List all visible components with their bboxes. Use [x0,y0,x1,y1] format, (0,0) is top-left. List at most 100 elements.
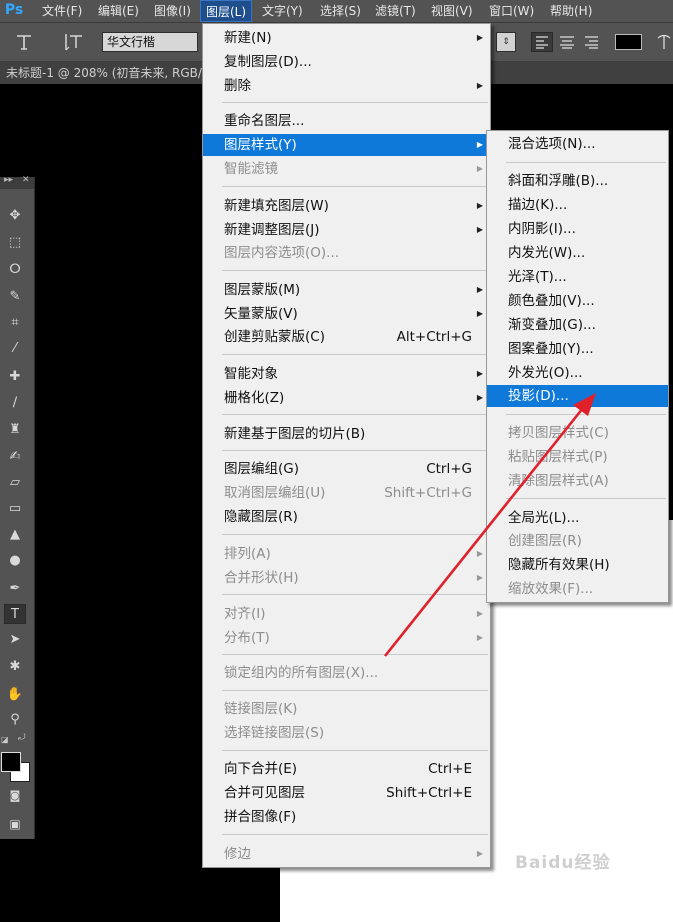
type-tool-icon[interactable] [14,32,36,52]
menu-item-new[interactable]: 新建(N) ▶ [203,27,490,49]
close-icon[interactable]: ✕ [22,175,30,185]
collapse-icon[interactable]: ▸▸ [4,175,13,185]
align-center-icon[interactable] [557,33,577,51]
path-selection-tool-icon[interactable]: ➤ [4,630,26,650]
eyedropper-tool-icon[interactable]: ⁄ [4,339,26,359]
marquee-tool-icon[interactable]: ⬚ [4,233,26,253]
menu-bar: Ps 文件(F) 编辑(E) 图像(I) 图层(L) 文字(Y) 选择(S) 滤… [0,0,673,23]
shape-tool-icon[interactable]: ✱ [4,657,26,677]
menu-item-ungroup-layers[interactable]: 取消图层编组(U) Shift+Ctrl+G [203,482,490,504]
menu-item-rasterize[interactable]: 栅格化(Z) ▶ [203,387,490,409]
menu-item-create-clipping-mask[interactable]: 创建剪贴蒙版(C) Alt+Ctrl+G [203,326,490,348]
lasso-tool-icon[interactable]: ⵔ [4,260,26,280]
menu-item-merge-visible[interactable]: 合并可见图层 Shift+Ctrl+E [203,782,490,804]
horizontal-type-tool-icon[interactable]: T [4,604,26,624]
history-brush-tool-icon[interactable]: ✍ [4,447,26,467]
menu-item-layer-style[interactable]: 图层样式(Y) ▶ [203,134,490,156]
menu-item-pattern-overlay[interactable]: 图案叠加(Y)... [487,338,668,360]
menu-image[interactable]: 图像(I) [154,0,191,22]
swap-colors-icon[interactable]: ⤾ [18,733,30,743]
menu-item-select-linked-layers[interactable]: 选择链接图层(S) [203,722,490,744]
menu-item-gradient-overlay[interactable]: 渐变叠加(G)... [487,314,668,336]
menu-item-blending-options[interactable]: 混合选项(N)... [487,133,668,155]
menu-item-vector-mask[interactable]: 矢量蒙版(V) ▶ [203,303,490,325]
align-left-button[interactable] [531,32,553,52]
crop-tool-icon[interactable]: ⌗ [4,313,26,333]
menu-item-outer-glow[interactable]: 外发光(O)... [487,362,668,384]
menu-item-distribute[interactable]: 分布(T) ▶ [203,627,490,649]
foreground-color-swatch[interactable] [1,752,21,772]
menu-filter[interactable]: 滤镜(T) [375,0,416,22]
font-family-field[interactable]: 华文行楷 [102,32,198,52]
menu-item-new-fill-layer[interactable]: 新建填充图层(W) ▶ [203,195,490,217]
menu-item-scale-effects[interactable]: 缩放效果(F)... [487,578,668,600]
menu-item-bevel-emboss[interactable]: 斜面和浮雕(B)... [487,170,668,192]
menu-item-copy-layer-style[interactable]: 拷贝图层样式(C) [487,422,668,444]
menu-item-rename-layer[interactable]: 重命名图层... [203,110,490,132]
tools-panel: ▸▸ ✕ ✥ ⬚ ⵔ ✎ ⌗ ⁄ ✚ ∕ ♜ ✍ ▱ ▭ ▲ ● ✒ T ➤ ✱… [0,175,35,839]
quick-selection-tool-icon[interactable]: ✎ [4,287,26,307]
menu-item-hide-all-effects[interactable]: 隐藏所有效果(H) [487,554,668,576]
menu-item-drop-shadow[interactable]: 投影(D)... [487,385,668,407]
menu-window[interactable]: 窗口(W) [489,0,534,22]
menu-item-link-layers[interactable]: 链接图层(K) [203,698,490,720]
menu-item-flatten-image[interactable]: 拼合图像(F) [203,806,490,828]
warp-text-icon[interactable] [656,33,673,51]
menu-edit[interactable]: 编辑(E) [98,0,139,22]
menu-view[interactable]: 视图(V) [431,0,473,22]
default-colors-icon[interactable]: ◪ [1,735,13,745]
menu-item-inner-glow[interactable]: 内发光(W)... [487,242,668,264]
menu-type[interactable]: 文字(Y) [262,0,303,22]
menu-item-paste-layer-style[interactable]: 粘贴图层样式(P) [487,446,668,468]
menu-item-lock-layers-in-group[interactable]: 锁定组内的所有图层(X)... [203,662,490,684]
menu-select[interactable]: 选择(S) [320,0,361,22]
menu-item-merge-down[interactable]: 向下合并(E) Ctrl+E [203,758,490,780]
clone-stamp-tool-icon[interactable]: ♜ [4,420,26,440]
menu-item-create-layers[interactable]: 创建图层(R) [487,530,668,552]
menu-file[interactable]: 文件(F) [42,0,82,22]
menu-item-matting[interactable]: 修边 ▶ [203,843,490,865]
blur-tool-icon[interactable]: ▲ [4,525,26,545]
hand-tool-icon[interactable]: ✋ [4,685,26,705]
tools-panel-header[interactable]: ▸▸ ✕ [0,175,34,189]
quick-mask-icon[interactable]: ◙ [4,786,26,806]
eraser-tool-icon[interactable]: ▱ [4,473,26,493]
font-size-dropdown-chevron-icon[interactable]: ⇕ [496,32,516,52]
menu-item-duplicate-layer[interactable]: 复制图层(D)... [203,51,490,73]
text-color-swatch[interactable] [615,34,642,50]
brush-tool-icon[interactable]: ∕ [4,393,26,413]
menu-item-align[interactable]: 对齐(I) ▶ [203,603,490,625]
menu-item-satin[interactable]: 光泽(T)... [487,266,668,288]
menu-item-new-layer-based-slice[interactable]: 新建基于图层的切片(B) [203,423,490,445]
menu-item-combine-shapes[interactable]: 合并形状(H) ▶ [203,567,490,589]
menu-layer[interactable]: 图层(L) [200,0,253,22]
menu-item-smart-objects[interactable]: 智能对象 ▶ [203,363,490,385]
menu-item-stroke[interactable]: 描边(K)... [487,194,668,216]
menu-help[interactable]: 帮助(H) [550,0,592,22]
gradient-tool-icon[interactable]: ▭ [4,499,26,519]
menu-item-group-layers[interactable]: 图层编组(G) Ctrl+G [203,458,490,480]
menu-item-new-adjustment-layer[interactable]: 新建调整图层(J) ▶ [203,219,490,241]
dodge-tool-icon[interactable]: ● [4,551,26,571]
zoom-tool-icon[interactable]: ⚲ [4,710,26,730]
screen-mode-icon[interactable]: ▣ [4,814,26,834]
layer-style-submenu: 混合选项(N)... 斜面和浮雕(B)... 描边(K)... 内阴影(I)..… [486,130,669,603]
menu-item-delete[interactable]: 删除 ▶ [203,75,490,97]
pen-tool-icon[interactable]: ✒ [4,579,26,599]
menu-separator [222,534,488,535]
menu-item-global-light[interactable]: 全局光(L)... [487,507,668,529]
move-tool-icon[interactable]: ✥ [4,206,26,226]
menu-item-inner-shadow[interactable]: 内阴影(I)... [487,218,668,240]
document-tab[interactable]: 未标题-1 @ 208% (初音未来, RGB/8 [0,62,216,84]
submenu-arrow-icon: ▶ [476,573,483,582]
menu-item-arrange[interactable]: 排列(A) ▶ [203,543,490,565]
menu-item-hide-layers[interactable]: 隐藏图层(R) [203,506,490,528]
menu-item-color-overlay[interactable]: 颜色叠加(V)... [487,290,668,312]
toggle-text-orientation-icon[interactable] [64,32,88,52]
menu-item-layer-content-options[interactable]: 图层内容选项(O)... [203,242,490,264]
menu-item-layer-mask[interactable]: 图层蒙版(M) ▶ [203,279,490,301]
menu-item-clear-layer-style[interactable]: 清除图层样式(A) [487,470,668,492]
healing-brush-tool-icon[interactable]: ✚ [4,367,26,387]
align-right-icon[interactable] [582,33,602,51]
menu-item-smart-filter[interactable]: 智能滤镜 ▶ [203,158,490,180]
